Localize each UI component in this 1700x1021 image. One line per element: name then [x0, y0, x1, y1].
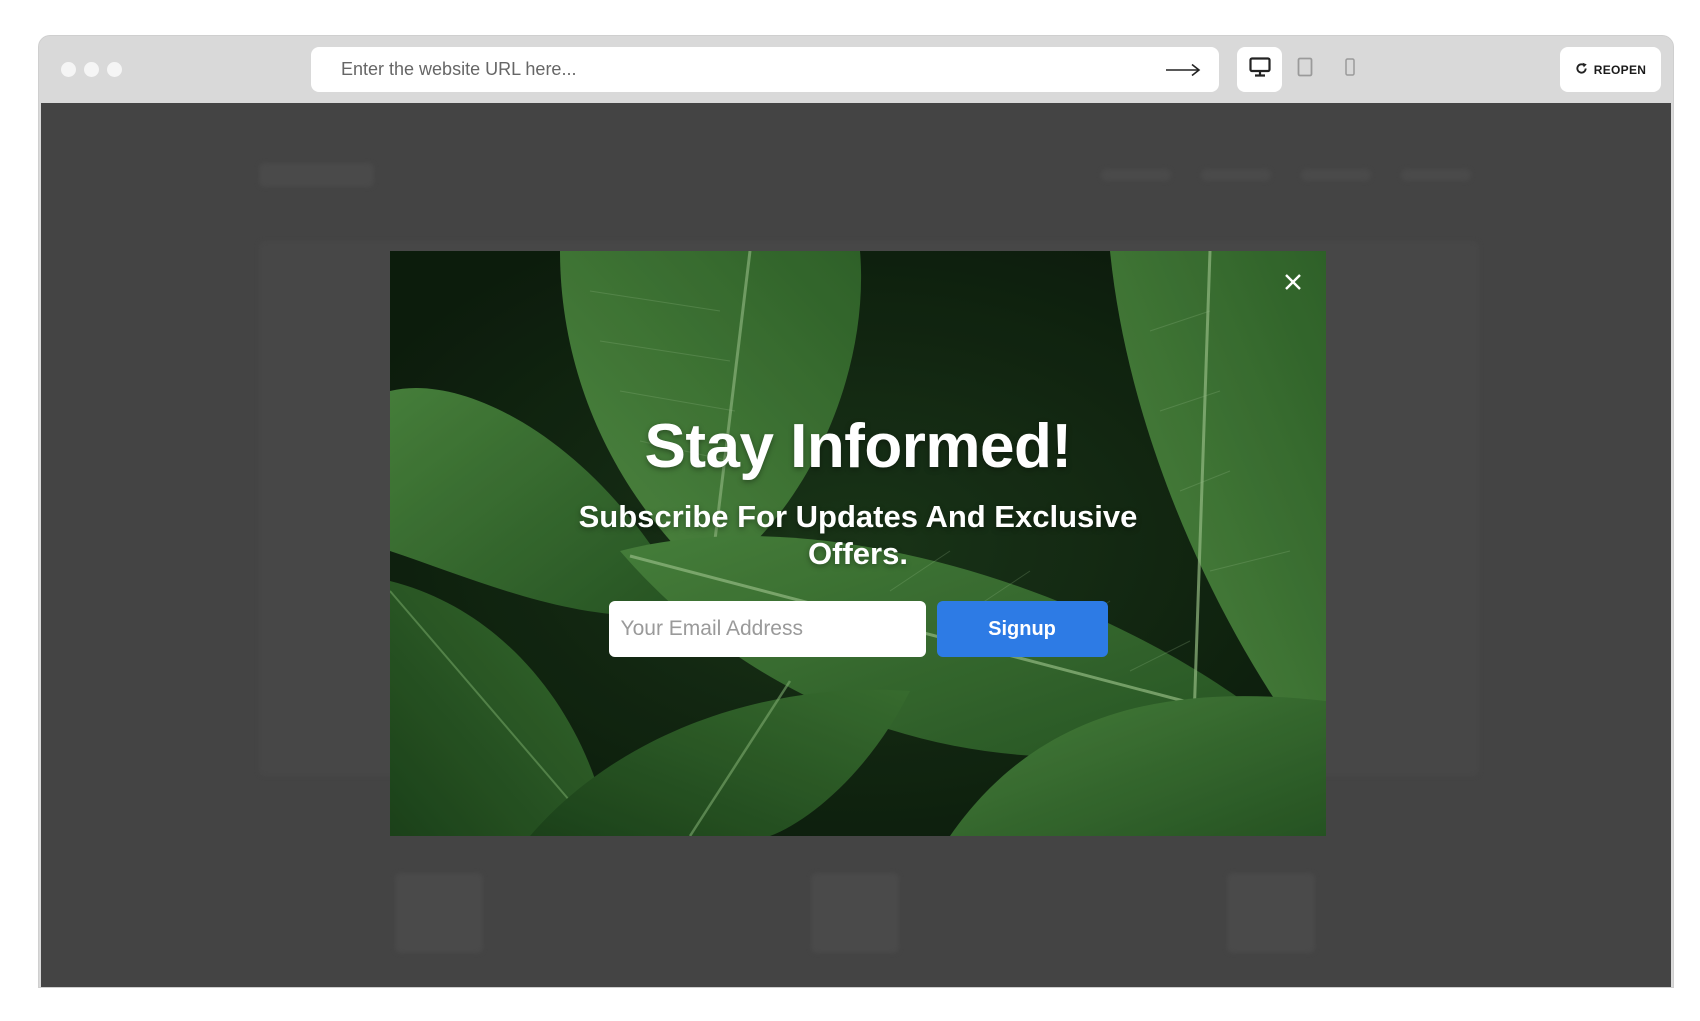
desktop-view-button[interactable] — [1237, 47, 1282, 92]
arrow-right-icon[interactable] — [1165, 60, 1201, 80]
browser-window: REOPEN — [38, 35, 1674, 988]
popup-title: Stay Informed! — [644, 412, 1072, 481]
background-nav-placeholder — [1301, 169, 1371, 181]
background-nav-placeholder — [1101, 169, 1171, 181]
window-dot-close[interactable] — [61, 62, 76, 77]
refresh-icon — [1575, 62, 1588, 78]
newsletter-popup: Stay Informed! Subscribe For Updates And… — [390, 251, 1326, 836]
reopen-label: REOPEN — [1593, 62, 1647, 77]
browser-toolbar: REOPEN — [39, 36, 1673, 103]
mobile-view-button[interactable] — [1327, 47, 1372, 92]
background-logo-placeholder — [259, 163, 374, 187]
mobile-icon — [1344, 58, 1355, 81]
email-input[interactable] — [608, 601, 926, 657]
window-dot-maximize[interactable] — [107, 62, 122, 77]
url-input[interactable] — [339, 58, 1165, 81]
background-nav-placeholder — [1201, 169, 1271, 181]
desktop-icon — [1248, 57, 1271, 82]
window-dot-minimize[interactable] — [84, 62, 99, 77]
signup-form: Signup — [608, 601, 1108, 657]
signup-button[interactable]: Signup — [936, 601, 1108, 657]
popup-subtitle: Subscribe For Updates And Exclusive Offe… — [578, 499, 1138, 571]
tablet-icon — [1297, 57, 1313, 82]
page-viewport: Stay Informed! Subscribe For Updates And… — [41, 103, 1671, 987]
background-card-placeholder — [811, 873, 899, 953]
popup-content: Stay Informed! Subscribe For Updates And… — [390, 251, 1326, 836]
device-switcher — [1237, 47, 1372, 92]
tablet-view-button[interactable] — [1282, 47, 1327, 92]
background-card-placeholder — [395, 873, 483, 953]
background-nav-placeholder — [1401, 169, 1471, 181]
url-bar — [311, 47, 1219, 92]
background-card-placeholder — [1227, 873, 1315, 953]
window-controls — [61, 62, 122, 77]
reopen-button[interactable]: REOPEN — [1560, 47, 1661, 92]
